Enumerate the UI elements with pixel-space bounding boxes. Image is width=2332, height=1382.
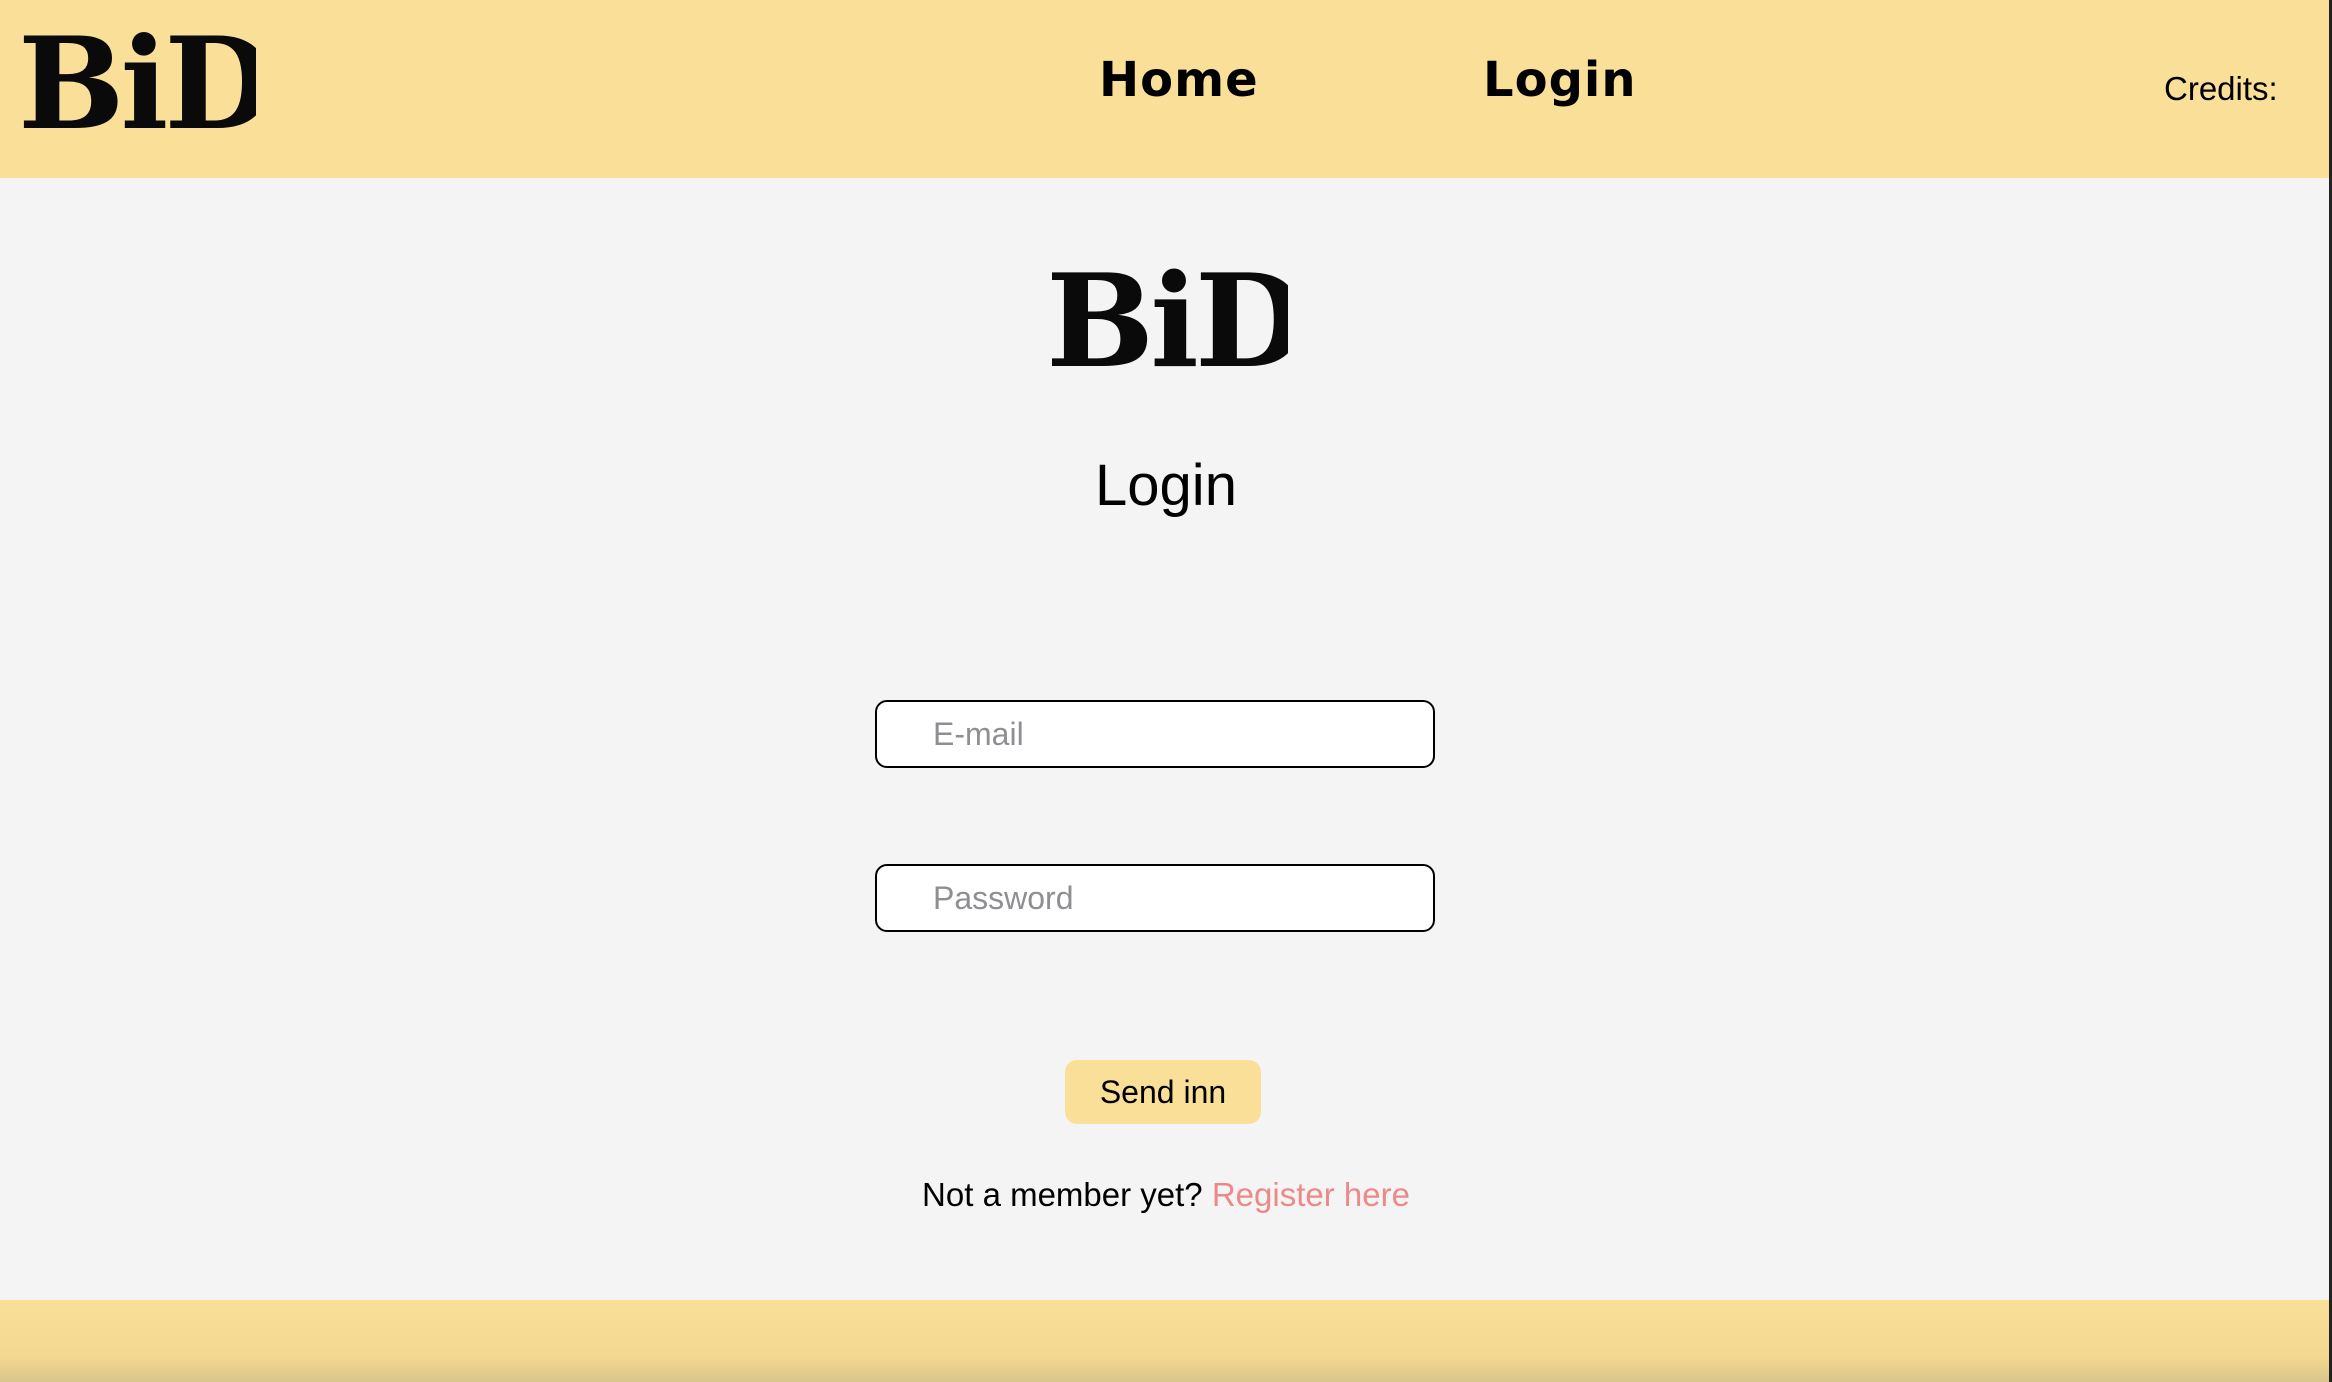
- email-field[interactable]: [875, 700, 1435, 768]
- register-prompt-text: Not a member yet?: [922, 1176, 1203, 1213]
- login-logo: BiD: [1046, 250, 1288, 382]
- register-prompt-line: Not a member yet? Register here: [0, 1176, 2332, 1214]
- send-inn-button[interactable]: Send inn: [1065, 1060, 1261, 1124]
- register-link[interactable]: Register here: [1212, 1176, 1410, 1213]
- nav-home-link[interactable]: Home: [1099, 52, 1259, 108]
- password-field[interactable]: [875, 864, 1435, 932]
- page: BiD Home Login Credits: BiD Login Send i…: [0, 0, 2332, 1382]
- credits-label: Credits:: [2164, 70, 2278, 107]
- nav-login-link[interactable]: Login: [1483, 52, 1637, 108]
- top-navbar: BiD Home Login Credits:: [0, 0, 2332, 178]
- svg-text:BiD: BiD: [1046, 250, 1288, 382]
- page-title: Login: [1095, 453, 1237, 518]
- footer-bar: [0, 1300, 2332, 1382]
- svg-text:BiD: BiD: [18, 16, 256, 146]
- header-logo[interactable]: BiD: [16, 16, 256, 146]
